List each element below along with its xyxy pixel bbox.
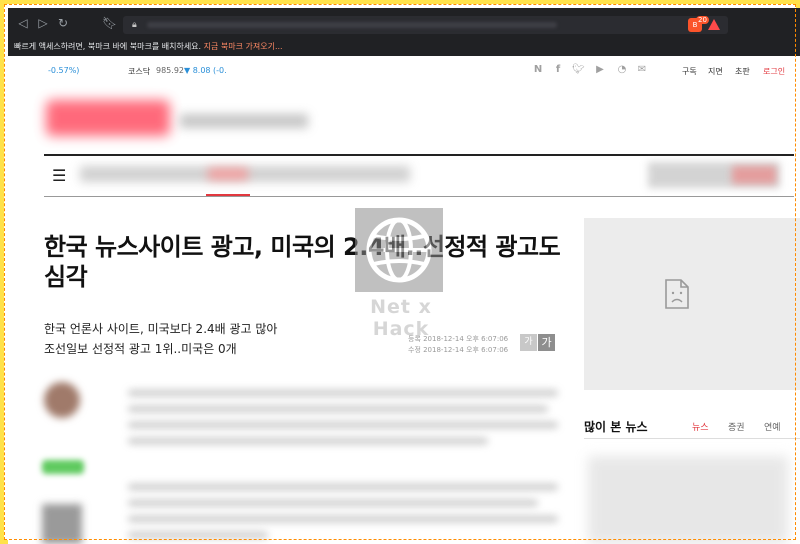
article-subtitle-1: 한국 언론사 사이트, 미국보다 2.4배 광고 많아 bbox=[44, 322, 278, 336]
article-subtitle-2: 조선일보 선정적 광고 1위..미국은 0개 bbox=[44, 342, 237, 356]
early-edition-link[interactable]: 초판 bbox=[735, 66, 750, 77]
back-icon[interactable]: ◁ bbox=[16, 16, 30, 30]
menu-item-active[interactable] bbox=[208, 168, 248, 180]
article-body-line bbox=[128, 532, 268, 538]
nav-divider-bottom bbox=[44, 196, 794, 197]
rss-icon[interactable]: ◔ bbox=[616, 64, 628, 76]
facebook-icon[interactable]: f bbox=[552, 64, 564, 76]
blurred-url bbox=[147, 22, 557, 28]
brave-shield-count: 20 bbox=[696, 16, 709, 24]
menu-icon[interactable]: ☰ bbox=[52, 166, 66, 185]
ad-placeholder[interactable] bbox=[584, 218, 800, 390]
bookmark-bar: 빠르게 액세스하려면, 북마크 바에 북마크를 배치하세요. 지금 북마크 가져… bbox=[8, 38, 800, 56]
popular-tab-news[interactable]: 뉴스 bbox=[692, 420, 709, 433]
ticker-kosdaq-change: ▼ 8.08 (-0. bbox=[184, 66, 227, 75]
popular-news-list[interactable] bbox=[588, 456, 788, 544]
ticker-kosdaq-label: 코스닥 bbox=[128, 67, 151, 76]
screenshot-frame: ◁ ▷ ↻ 🔖︎ 🔒︎ B 20 빠르게 액세스하려면, 북마크 바에 북마크를… bbox=[0, 0, 800, 544]
ticker-prev-change: -0.57%) bbox=[48, 66, 80, 75]
nav-divider-top bbox=[44, 154, 794, 156]
font-size-increase-button[interactable]: 가 bbox=[538, 334, 555, 351]
globe-icon bbox=[366, 217, 432, 283]
popular-tab-entertainment[interactable]: 연예 bbox=[764, 420, 781, 433]
broken-document-icon bbox=[665, 279, 689, 309]
lock-icon: 🔒︎ bbox=[132, 20, 137, 30]
font-size-decrease-button[interactable]: 가 bbox=[520, 334, 537, 351]
address-bar[interactable]: 🔒︎ bbox=[123, 16, 728, 34]
reporter-avatar bbox=[44, 382, 80, 418]
subscribe-link[interactable]: 구독 bbox=[682, 66, 697, 77]
article-body-line bbox=[128, 438, 488, 444]
article-body-line bbox=[128, 500, 538, 506]
article-body-line bbox=[128, 484, 558, 490]
mail-icon[interactable]: ✉ bbox=[636, 64, 648, 76]
naver-icon[interactable]: N bbox=[532, 64, 544, 76]
popular-tab-stocks[interactable]: 증권 bbox=[728, 420, 745, 433]
browser-toolbar: ◁ ▷ ↻ 🔖︎ 🔒︎ B 20 bbox=[8, 8, 800, 38]
print-edition-link[interactable]: 지면 bbox=[708, 66, 723, 77]
reporter-follow-button[interactable] bbox=[42, 460, 84, 474]
popular-news-title: 많이 본 뉴스 bbox=[584, 420, 648, 434]
bookmark-prompt: 빠르게 액세스하려면, 북마크 바에 북마크를 배치하세요. bbox=[14, 42, 202, 51]
ticker-kosdaq-value: 985.92 bbox=[156, 66, 184, 75]
article-body-line bbox=[128, 406, 548, 412]
bat-rewards-icon[interactable] bbox=[708, 19, 720, 30]
youtube-icon[interactable]: ▶ bbox=[594, 64, 606, 76]
article-thumbnail bbox=[42, 504, 82, 544]
bookmark-icon[interactable]: 🔖︎ bbox=[102, 16, 117, 30]
article-modified-date: 수정 2018-12-14 오후 6:07:06 bbox=[408, 346, 509, 354]
login-link[interactable]: 로그인 bbox=[763, 66, 785, 77]
watermark-globe-box bbox=[355, 208, 443, 292]
import-bookmarks-link[interactable]: 지금 북마크 가져오기... bbox=[204, 42, 283, 51]
search-button[interactable] bbox=[732, 166, 776, 184]
popular-tab-divider bbox=[584, 438, 800, 439]
reload-icon[interactable]: ↻ bbox=[56, 16, 70, 30]
twitter-icon[interactable]: 🐦︎ bbox=[572, 64, 585, 76]
site-logo[interactable] bbox=[46, 100, 170, 136]
site-tagline bbox=[180, 114, 308, 128]
article-body-line bbox=[128, 390, 558, 396]
article-body-line bbox=[128, 516, 558, 522]
watermark-text: Net x Hack bbox=[370, 296, 432, 340]
web-page: -0.57%) 코스닥 985.92 ▼ 8.08 (-0. N f 🐦︎ ▶ … bbox=[8, 56, 800, 544]
article-headline: 한국 뉴스사이트 광고, 미국의 2.4배..선정적 광고도 심각 bbox=[44, 233, 561, 291]
article-body-line bbox=[128, 422, 558, 428]
forward-icon[interactable]: ▷ bbox=[36, 16, 50, 30]
